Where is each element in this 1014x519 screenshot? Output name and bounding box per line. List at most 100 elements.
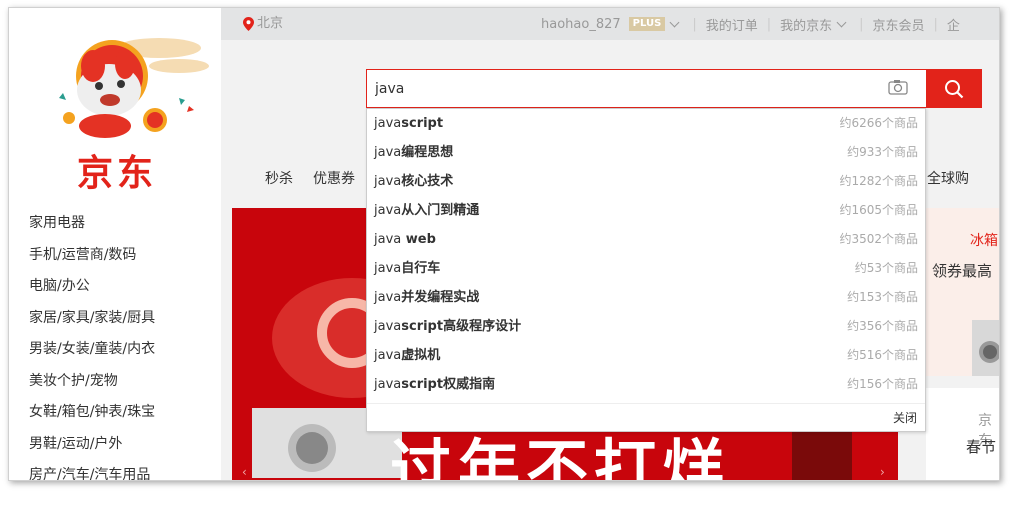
suggestion-completion: 从入门到精通 <box>401 203 480 218</box>
banner-prev-arrow: ‹ <box>242 465 247 479</box>
category-item[interactable]: 美妆个护/宠物 <box>9 366 221 398</box>
suggestion-prefix: java <box>374 203 402 218</box>
jd-logo[interactable]: 京东 <box>9 8 221 198</box>
suggestion-completion: 虚拟机 <box>401 348 441 363</box>
suggestion-prefix: java <box>374 116 402 131</box>
suggestion-count: 约156个商品 <box>847 377 918 391</box>
side-promo-1[interactable]: 冰箱 领券最高 <box>926 208 999 376</box>
divider: | <box>859 16 864 32</box>
suggestion-count: 约6266个商品 <box>839 116 918 130</box>
enterprise-link[interactable]: 企 <box>947 15 960 34</box>
suggestion-prefix: java <box>374 232 402 247</box>
suggestion-completion: 并发编程实战 <box>401 290 480 305</box>
logo-text: 京东 <box>77 153 158 194</box>
search-input[interactable] <box>366 69 926 108</box>
search-bar <box>366 69 982 108</box>
main-nav: 秒杀 优惠券 <box>265 168 355 188</box>
side-promo-tag: 冰箱 <box>970 233 998 249</box>
suggestion-item[interactable]: javascript权威指南 约156个商品 <box>367 370 925 399</box>
suggestion-term: java并发编程实战 <box>374 283 479 312</box>
suggestion-prefix: java <box>374 377 402 392</box>
location-selector[interactable]: 北京 <box>243 8 283 40</box>
suggestion-term: java核心技术 <box>374 167 453 196</box>
washer-icon <box>972 320 999 376</box>
suggestion-completion: 自行车 <box>401 261 441 276</box>
suggestion-term: java web <box>374 225 436 254</box>
nav-item-global[interactable]: 全球购 <box>927 168 969 188</box>
side-promo-text: 春节 <box>966 438 997 456</box>
chevron-down-icon[interactable] <box>836 17 847 27</box>
search-button[interactable] <box>926 69 982 108</box>
chevron-down-icon[interactable] <box>669 17 680 27</box>
left-column: 京东 家用电器 手机/运营商/数码 电脑/办公 家居/家具/家装/厨具 男装/女… <box>9 8 221 480</box>
divider: | <box>692 16 697 32</box>
suggestion-completion: script <box>401 116 444 131</box>
suggestion-count: 约1282个商品 <box>839 174 918 188</box>
suggestion-term: java编程思想 <box>374 138 453 167</box>
top-bar: 北京 haohao_827 PLUS | 我的订单 | 我的京东 | 京东会员 … <box>221 8 999 40</box>
suggestion-term: java虚拟机 <box>374 341 440 370</box>
location-text: 北京 <box>257 16 284 31</box>
suggestion-prefix: java <box>374 290 402 305</box>
suggestion-count: 约356个商品 <box>847 319 918 333</box>
suggestion-item[interactable]: java从入门到精通 约1605个商品 <box>367 196 925 225</box>
suggestion-completion: 核心技术 <box>401 174 454 189</box>
camera-icon[interactable] <box>888 79 908 95</box>
close-suggestions-button[interactable]: 关闭 <box>893 411 917 425</box>
suggestion-count: 约153个商品 <box>847 290 918 304</box>
suggestion-item[interactable]: java并发编程实战 约153个商品 <box>367 283 925 312</box>
suggestion-prefix: java <box>374 145 402 160</box>
suggestion-term: java自行车 <box>374 254 440 283</box>
my-jd-link[interactable]: 我的京东 <box>780 15 832 34</box>
side-promo-2[interactable]: 京东 春节 <box>926 388 999 480</box>
plus-badge[interactable]: PLUS <box>628 17 666 31</box>
suggestion-item[interactable]: java编程思想 约933个商品 <box>367 138 925 167</box>
divider: | <box>766 16 772 32</box>
suggestion-count: 约1605个商品 <box>839 203 918 217</box>
suggestion-completion: web <box>401 232 436 247</box>
username-link[interactable]: haohao_827 <box>541 17 621 32</box>
suggestion-term: java从入门到精通 <box>374 196 479 225</box>
suggestion-term: javascript <box>374 109 443 138</box>
location-pin-icon <box>243 17 254 31</box>
category-item[interactable]: 手机/运营商/数码 <box>9 240 221 272</box>
category-item[interactable]: 家居/家具/家装/厨具 <box>9 303 221 335</box>
top-nav: haohao_827 PLUS | 我的订单 | 我的京东 | 京东会员 | 企 <box>541 8 960 40</box>
suggestion-count: 约933个商品 <box>847 145 918 159</box>
category-item[interactable]: 男装/女装/童装/内衣 <box>9 334 221 366</box>
search-icon <box>945 79 964 98</box>
nav-item-seckill[interactable]: 秒杀 <box>265 168 293 188</box>
suggestion-term: javascript权威指南 <box>374 370 495 399</box>
suggestion-completion: script权威指南 <box>401 377 496 392</box>
suggestion-count: 约53个商品 <box>854 261 918 275</box>
suggestion-term: javascript高级程序设计 <box>374 312 521 341</box>
category-item[interactable]: 女鞋/箱包/钟表/珠宝 <box>9 397 221 429</box>
suggestion-item[interactable]: javascript 约6266个商品 <box>367 109 925 138</box>
category-list: 家用电器 手机/运营商/数码 电脑/办公 家居/家具/家装/厨具 男装/女装/童… <box>9 208 221 480</box>
suggestion-item[interactable]: java虚拟机 约516个商品 <box>367 341 925 370</box>
banner-next-arrow: › <box>880 465 885 479</box>
category-item[interactable]: 男鞋/运动/户外 <box>9 429 221 461</box>
suggestion-item[interactable]: java web 约3502个商品 <box>367 225 925 254</box>
jd-member-link[interactable]: 京东会员 <box>873 15 925 34</box>
side-promo-text: 领券最高 <box>932 262 993 280</box>
suggestion-item[interactable]: java自行车 约53个商品 <box>367 254 925 283</box>
suggestion-completion: script高级程序设计 <box>401 319 522 334</box>
divider: | <box>933 16 938 32</box>
suggestion-count: 约516个商品 <box>847 348 918 362</box>
my-orders-link[interactable]: 我的订单 <box>706 15 758 34</box>
category-item[interactable]: 电脑/办公 <box>9 271 221 303</box>
suggestion-list: javascript 约6266个商品 java编程思想 约933个商品 java核心技… <box>367 109 925 399</box>
suggestion-count: 约3502个商品 <box>839 232 918 246</box>
nav-item-coupons[interactable]: 优惠券 <box>313 168 355 188</box>
suggestion-item[interactable]: java核心技术 约1282个商品 <box>367 167 925 196</box>
category-item[interactable]: 房产/汽车/汽车用品 <box>9 460 221 480</box>
category-item[interactable]: 家用电器 <box>9 208 221 240</box>
suggestion-completion: 编程思想 <box>401 145 454 160</box>
suggestion-prefix: java <box>374 261 402 276</box>
suggestion-prefix: java <box>374 174 402 189</box>
suggestion-item[interactable]: javascript高级程序设计 约356个商品 <box>367 312 925 341</box>
suggestion-prefix: java <box>374 319 402 334</box>
suggestion-prefix: java <box>374 348 402 363</box>
browser-frame: 京东 家用电器 手机/运营商/数码 电脑/办公 家居/家具/家装/厨具 男装/女… <box>8 7 1000 481</box>
